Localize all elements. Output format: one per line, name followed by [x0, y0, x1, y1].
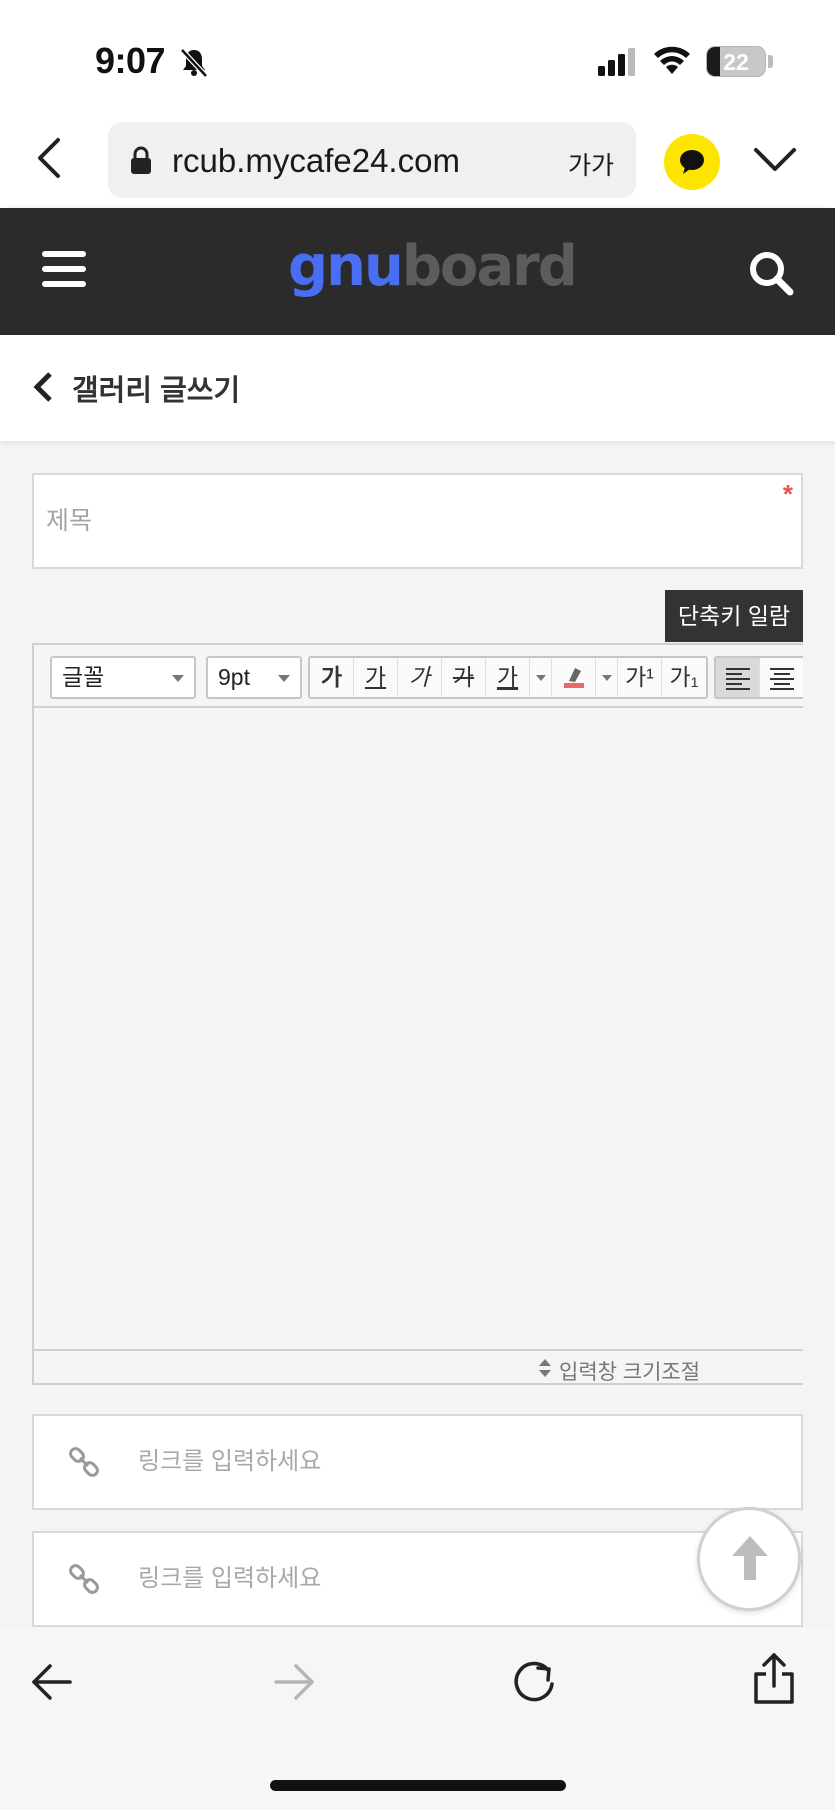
font-size-select[interactable]: 9pt: [206, 656, 302, 699]
link-input-1[interactable]: [138, 1442, 738, 1482]
chevron-left-icon[interactable]: [32, 371, 54, 403]
battery-indicator: 22: [706, 46, 766, 77]
subscript-button[interactable]: 가₁: [662, 658, 706, 697]
home-indicator: [270, 1780, 566, 1791]
cellular-signal-icon: [598, 48, 635, 76]
highlight-button[interactable]: [552, 658, 596, 697]
shortcut-list-button[interactable]: 단축키 일람: [665, 590, 803, 642]
subject-field: *: [32, 473, 803, 569]
bold-button[interactable]: 가: [310, 658, 354, 697]
url-text: rcub.mycafe24.com: [172, 142, 460, 179]
strikethrough-button[interactable]: 가: [442, 658, 486, 697]
resize-label: 입력창 크기조절: [559, 1361, 701, 1384]
highlighter-icon: [563, 668, 584, 688]
align-center-button[interactable]: [760, 658, 803, 697]
editor-content-area[interactable]: [34, 708, 803, 1349]
page-title-bar: 갤러리 글쓰기: [0, 335, 835, 441]
wifi-icon: [654, 46, 690, 74]
text-size-button[interactable]: 가가: [568, 146, 614, 182]
chevron-down-icon: [536, 675, 546, 681]
browser-url-row: rcub.mycafe24.com 가가: [0, 118, 835, 208]
arrow-left-icon[interactable]: [30, 1662, 74, 1702]
kakao-chat-button[interactable]: [664, 134, 720, 190]
chevron-down-icon: [278, 675, 290, 682]
chevron-down-icon: [602, 675, 612, 681]
battery-percent: 22: [723, 49, 749, 75]
font-select[interactable]: 글꼴: [50, 656, 196, 699]
link-icon: [69, 1447, 99, 1477]
editor-toolbar: 글꼴 9pt 가 가 가 가 가 가¹ 가₁: [34, 645, 803, 708]
arrow-up-icon: [732, 1536, 768, 1580]
battery-cap: [768, 55, 773, 68]
address-bar[interactable]: rcub.mycafe24.com 가가: [108, 122, 636, 198]
hamburger-menu-icon[interactable]: [40, 248, 88, 290]
resize-arrows-icon: [539, 1359, 551, 1377]
browser-bottom-bar: [0, 1628, 835, 1810]
underline-button[interactable]: 가: [354, 658, 398, 697]
link-icon: [69, 1564, 99, 1594]
font-size-value: 9pt: [218, 664, 250, 690]
font-color-dropdown[interactable]: [530, 658, 552, 697]
share-icon[interactable]: [752, 1652, 796, 1704]
reload-icon[interactable]: [510, 1658, 558, 1706]
required-mark: *: [782, 479, 793, 509]
link-input-2[interactable]: [138, 1559, 738, 1599]
arrow-right-icon[interactable]: [272, 1662, 316, 1702]
logo-board: board: [401, 234, 578, 299]
chevron-down-icon[interactable]: [752, 144, 798, 176]
kakao-chat-icon: [680, 150, 704, 174]
bell-slash-icon: [180, 48, 208, 78]
align-left-button[interactable]: [716, 658, 760, 697]
align-left-icon: [726, 668, 750, 690]
align-center-icon: [770, 668, 794, 690]
format-button-group: 가 가 가 가 가 가¹ 가₁: [308, 656, 708, 699]
subject-input[interactable]: [46, 499, 766, 543]
search-icon[interactable]: [748, 250, 794, 296]
rich-text-editor: 글꼴 9pt 가 가 가 가 가 가¹ 가₁ 입력창 크기조절: [32, 643, 803, 1385]
status-time: 9:07: [95, 40, 166, 81]
superscript-button[interactable]: 가¹: [618, 658, 662, 697]
lock-icon: [131, 146, 151, 174]
align-button-group: [714, 656, 803, 699]
logo-gnu: gnu: [288, 234, 404, 299]
site-logo[interactable]: gnuboard: [288, 234, 578, 299]
link-field-1: [32, 1414, 803, 1510]
chevron-down-icon: [172, 675, 184, 682]
italic-button[interactable]: 가: [398, 658, 442, 697]
page-title: 갤러리 글쓰기: [72, 375, 241, 407]
highlight-dropdown[interactable]: [596, 658, 618, 697]
status-bar: 9:07 22: [0, 0, 835, 118]
font-color-button[interactable]: 가: [486, 658, 530, 697]
chevron-left-icon[interactable]: [30, 136, 70, 180]
site-header: gnuboard: [0, 208, 835, 335]
editor-resize-handle[interactable]: 입력창 크기조절: [34, 1349, 803, 1384]
link-field-2: [32, 1531, 803, 1627]
font-select-value: 글꼴: [62, 664, 105, 690]
scroll-to-top-button[interactable]: [697, 1507, 801, 1611]
